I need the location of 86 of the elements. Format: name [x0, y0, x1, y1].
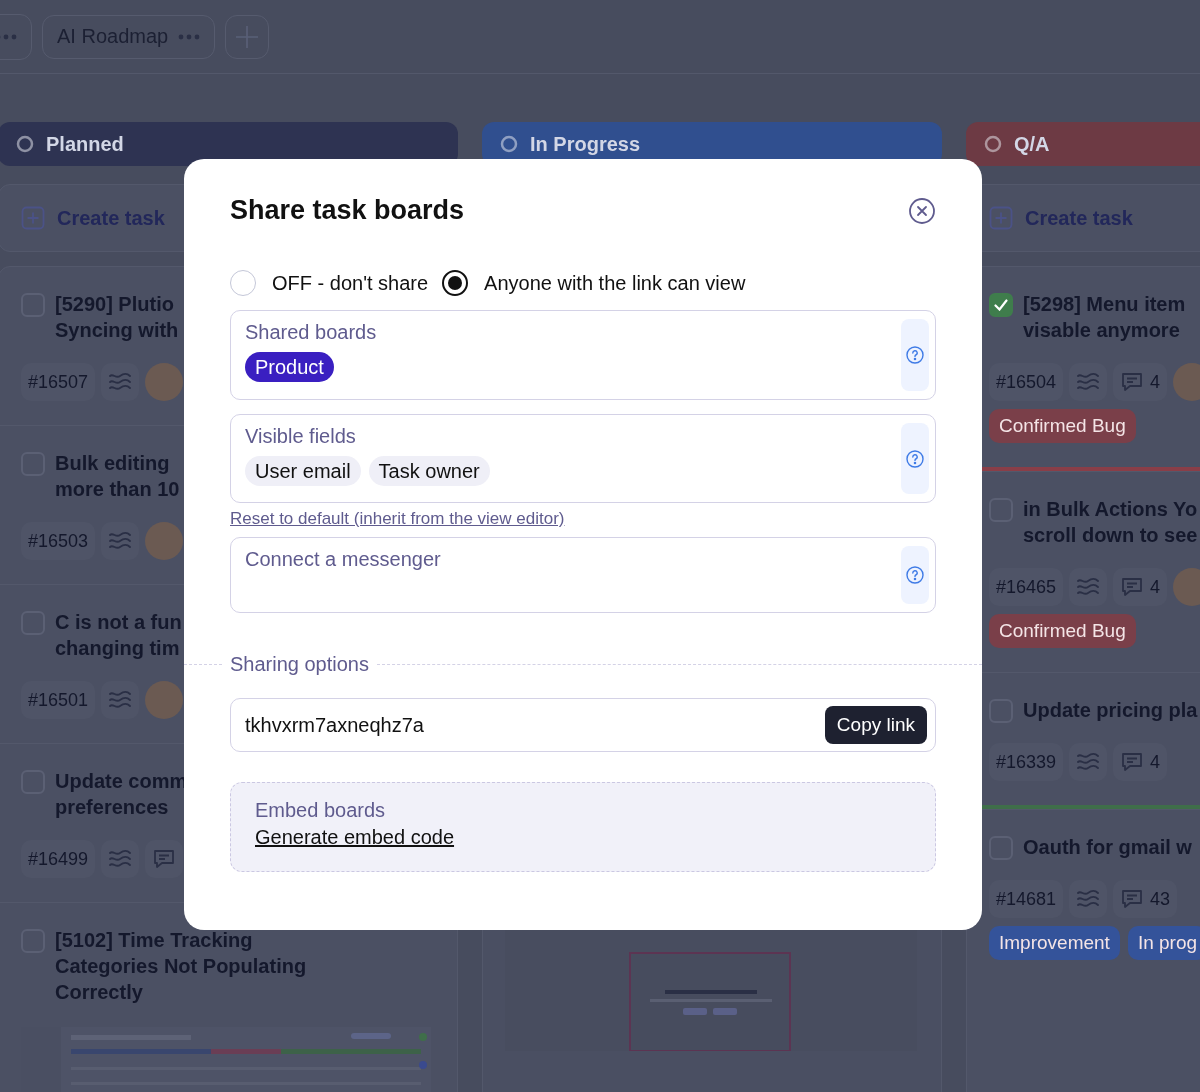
task-title: [5102] Time Tracking — [55, 928, 254, 953]
comment-count: 4 — [1150, 751, 1161, 773]
field-chip: Task owner — [368, 456, 490, 486]
status-ring-icon — [500, 135, 518, 153]
messenger-field[interactable]: Connect a messenger — [230, 537, 936, 613]
task-title: [5290] Plutio — [55, 292, 175, 317]
task-id: #16499 — [21, 840, 96, 878]
task-title: Syncing with — [55, 318, 179, 343]
task-title: scroll down to see — [1023, 523, 1198, 548]
tag: Confirmed Bug — [989, 614, 1136, 648]
comment-icon — [1120, 370, 1145, 394]
shared-boards-field[interactable]: Shared boards Product — [230, 310, 936, 400]
help-icon — [906, 566, 924, 584]
embed-code-link[interactable]: Generate embed code — [255, 826, 455, 849]
field-chip: User email — [245, 456, 361, 486]
wave-icon — [1076, 371, 1101, 393]
wave-icon — [1076, 576, 1101, 598]
radio-option[interactable]: OFF - don't share — [230, 270, 429, 296]
wave-icon — [1076, 888, 1101, 910]
task-id: #16507 — [21, 363, 96, 401]
visible-fields-field[interactable]: Visible fields User email Task owner — [230, 414, 936, 503]
task-title: Bulk editing — [55, 451, 171, 476]
task-id: #16503 — [21, 522, 96, 560]
task-id: #16465 — [989, 568, 1064, 606]
more-icon[interactable] — [178, 33, 201, 40]
close-button[interactable] — [908, 196, 936, 225]
task-id: #16501 — [21, 681, 96, 719]
task-id: #16339 — [989, 743, 1064, 781]
comment-icon — [1120, 750, 1145, 774]
column-title: In Progress — [530, 132, 641, 156]
field-label: Shared boards — [245, 321, 378, 344]
section-title: Sharing options — [230, 653, 369, 676]
close-icon — [908, 196, 936, 225]
check-icon — [994, 299, 1008, 311]
task-title: Categories Not Populating — [55, 954, 307, 979]
wave-icon — [108, 371, 133, 393]
wave-icon — [1076, 751, 1101, 773]
reset-link[interactable]: Reset to default (inherit from the view editor) — [230, 509, 565, 529]
help-button[interactable] — [901, 546, 929, 604]
plus-icon — [989, 206, 1013, 230]
task-title: more than 10 — [55, 477, 180, 502]
share-link-field[interactable]: tkhvxrm7axneqhz7a Copy link — [230, 698, 936, 752]
task-title: Correctly — [55, 980, 144, 1005]
radio-option[interactable]: Anyone with the link can view — [442, 270, 746, 296]
comment-count: 4 — [1150, 371, 1161, 393]
help-icon — [906, 346, 924, 364]
task-title: [5298] Menu item — [1023, 292, 1186, 317]
help-icon — [906, 449, 924, 468]
wave-icon — [108, 689, 133, 711]
task-title: visable anymore — [1023, 318, 1181, 343]
task-title: changing tim — [55, 636, 181, 661]
comment-count: 4 — [1150, 576, 1161, 598]
checkbox[interactable] — [989, 293, 1013, 317]
field-label: Connect a messenger — [245, 548, 442, 571]
comment-icon — [152, 847, 177, 871]
task-id: #14681 — [989, 880, 1064, 918]
add-tab-button[interactable] — [225, 14, 270, 59]
comment-icon — [1120, 887, 1145, 911]
tag: Improvement — [989, 926, 1120, 960]
copy-link-button[interactable]: Copy link — [824, 706, 927, 744]
embed-title: Embed boards — [255, 799, 386, 822]
dialog-title: Share task boards — [230, 195, 465, 226]
task-title: C is not a fun — [55, 610, 182, 635]
task-id: #16504 — [989, 363, 1064, 401]
task-title: Oauth for gmail w — [1023, 835, 1192, 860]
status-ring-icon — [984, 135, 1002, 153]
share-link-value: tkhvxrm7axneqhz7a — [245, 713, 425, 737]
column-title: Planned — [46, 132, 124, 156]
tag: Confirmed Bug — [989, 409, 1136, 443]
task-title: preferences — [55, 795, 170, 820]
field-label: Visible fields — [245, 425, 357, 448]
help-button[interactable] — [901, 423, 929, 494]
task-title: Update pricing pla — [1023, 698, 1198, 723]
column-title: Q/A — [1014, 132, 1050, 156]
radio-circle[interactable] — [442, 270, 469, 296]
comment-count: 43 — [1150, 888, 1171, 910]
help-button[interactable] — [901, 319, 929, 391]
wave-icon — [108, 530, 133, 552]
board-chip: Product — [245, 352, 334, 382]
status-ring-icon — [16, 135, 34, 153]
wave-icon — [108, 848, 133, 870]
task-title: in Bulk Actions Yo — [1023, 497, 1198, 522]
comment-icon — [1120, 575, 1145, 599]
plus-icon — [21, 206, 45, 230]
plus-icon — [235, 24, 260, 49]
tag: In prog — [1127, 926, 1200, 960]
